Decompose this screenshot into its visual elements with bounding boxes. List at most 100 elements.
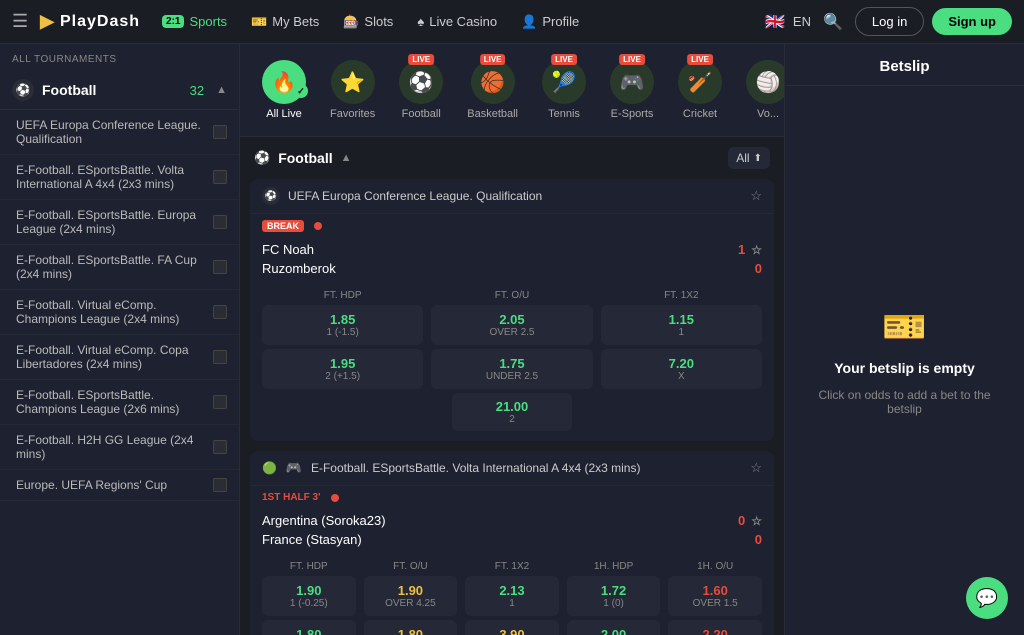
- away-team-score: 0: [746, 532, 762, 547]
- sidebar-item-checkbox[interactable]: [213, 170, 227, 184]
- lang-label: EN: [793, 14, 811, 29]
- top-navigation: ☰ ▶ PlayDash 2:1 Sports 🎫 My Bets 🎰 Slot…: [0, 0, 1024, 44]
- extra-odds-value: 21.00: [456, 399, 568, 414]
- sidebar-item-checkbox[interactable]: [213, 260, 227, 274]
- section-filter-label: All: [736, 151, 749, 165]
- sport-tab-more[interactable]: 🏐 Vo...: [736, 54, 784, 126]
- match-header: ⚽ UEFA Europa Conference League. Qualifi…: [250, 179, 774, 214]
- sidebar-item-checkbox[interactable]: [213, 395, 227, 409]
- odds-button[interactable]: 1.75 UNDER 2.5: [431, 349, 592, 389]
- odds-label: 2 (+1.5): [267, 371, 418, 382]
- more-label: Vo...: [757, 108, 779, 120]
- sidebar-list-item[interactable]: E-Football. Virtual eComp. Copa Libertad…: [0, 335, 239, 380]
- sport-tab-football[interactable]: LIVE ⚽ Football: [389, 54, 453, 126]
- sidebar-item-checkbox[interactable]: [213, 305, 227, 319]
- livecasino-icon: ♠: [417, 14, 424, 29]
- login-button[interactable]: Log in: [855, 7, 924, 36]
- sport-tab-tennis[interactable]: LIVE 🎾 Tennis: [532, 54, 596, 126]
- odds-button[interactable]: 1.85 1 (-1.5): [262, 305, 423, 345]
- sidebar-list-item[interactable]: E-Football. ESportsBattle. Champions Lea…: [0, 380, 239, 425]
- favorite-star-icon[interactable]: ☆: [750, 460, 762, 476]
- sidebar-list-item[interactable]: E-Football. Virtual eComp. Champions Lea…: [0, 290, 239, 335]
- odds-value: 1.80: [267, 627, 351, 635]
- chat-button[interactable]: 💬: [966, 577, 1008, 619]
- sidebar-item-checkbox[interactable]: [213, 350, 227, 364]
- sidebar-list-item[interactable]: UEFA Europa Conference League. Qualifica…: [0, 110, 239, 155]
- slots-icon: 🎰: [343, 14, 359, 30]
- team-star-icon[interactable]: ☆: [751, 514, 762, 528]
- signup-button[interactable]: Sign up: [932, 8, 1012, 35]
- nav-slots[interactable]: 🎰 Slots: [333, 9, 403, 35]
- main-layout: ALL TOURNAMENTS ⚽ Football 32 ▲ UEFA Eur…: [0, 44, 1024, 635]
- sport-tab-basketball[interactable]: LIVE 🏀 Basketball: [457, 54, 528, 126]
- sidebar-item-checkbox[interactable]: [213, 478, 227, 492]
- sport-tab-cricket[interactable]: LIVE 🏏 Cricket: [668, 54, 732, 126]
- sidebar-list-item[interactable]: E-Football. H2H GG League (2x4 mins): [0, 425, 239, 470]
- odds-button[interactable]: 1.90 1 (-0.25): [262, 576, 356, 616]
- odds-value: 2.05: [436, 312, 587, 327]
- sidebar-item-checkbox[interactable]: [213, 440, 227, 454]
- odds-button[interactable]: 1.15 1: [601, 305, 762, 345]
- sidebar-item-label: Europe. UEFA Regions' Cup: [16, 478, 167, 492]
- sport-tab-alllive[interactable]: 🔥 ✓ All Live: [252, 54, 316, 126]
- cricket-label: Cricket: [683, 108, 717, 120]
- section-filter-button[interactable]: All ⬆: [728, 147, 770, 169]
- sidebar-list-item[interactable]: E-Football. ESportsBattle. Europa League…: [0, 200, 239, 245]
- odds-headers: FT. HDPFT. O/UFT. 1X21H. HDP1H. O/U: [262, 561, 762, 572]
- odds-headers: FT. HDPFT. O/UFT. 1X2: [262, 290, 762, 301]
- home-team-name: FC Noah: [262, 242, 314, 257]
- logo[interactable]: ▶ PlayDash: [40, 11, 140, 32]
- sport-tab-esports[interactable]: LIVE 🎮 E-Sports: [600, 54, 664, 126]
- home-team-row: Argentina (Soroka23) 0 ☆: [262, 511, 762, 530]
- team-star-icon[interactable]: ☆: [751, 243, 762, 257]
- odds-value: 1.90: [369, 583, 453, 598]
- nav-profile[interactable]: 👤 Profile: [511, 9, 589, 35]
- extra-odds-label: 2: [456, 414, 568, 425]
- odds-value: 2.20: [673, 627, 757, 635]
- odds-button[interactable]: 7.20 X: [601, 349, 762, 389]
- odds-grid: FT. HDPFT. O/UFT. 1X2 1.85 1 (-1.5) 2.05…: [250, 284, 774, 441]
- filter-chevron-icon: ⬆: [754, 153, 762, 164]
- sidebar-item-checkbox[interactable]: [213, 125, 227, 139]
- odds-button[interactable]: 2.05 OVER 2.5: [431, 305, 592, 345]
- sidebar-list-item[interactable]: E-Football. ESportsBattle. Volta Interna…: [0, 155, 239, 200]
- odds-button[interactable]: 1.80 UNDER 4.25: [364, 620, 458, 635]
- odds-value: 1.15: [606, 312, 757, 327]
- odds-header: FT. HDP: [262, 561, 356, 572]
- odds-button[interactable]: 1.80 2 (+0.25): [262, 620, 356, 635]
- alllive-label: All Live: [266, 108, 301, 120]
- sidebar-item-checkbox[interactable]: [213, 215, 227, 229]
- favorites-icon: ⭐: [331, 60, 375, 104]
- hamburger-menu[interactable]: ☰: [12, 11, 28, 32]
- odds-button[interactable]: 1.90 OVER 4.25: [364, 576, 458, 616]
- nav-sports[interactable]: 2:1 Sports: [152, 9, 237, 34]
- odds-label: 1 (-1.5): [267, 327, 418, 338]
- sidebar-chevron-icon: ▲: [216, 84, 227, 96]
- sidebar-sport-count: 32: [190, 83, 204, 98]
- nav-livecasino[interactable]: ♠ Live Casino: [407, 9, 507, 34]
- section-chevron-icon: ▲: [341, 152, 352, 164]
- sport-tabs-bar: 🔥 ✓ All Live ⭐ Favorites LIVE ⚽ Football…: [240, 44, 784, 137]
- sport-tab-favorites[interactable]: ⭐ Favorites: [320, 54, 385, 126]
- match-league-name: UEFA Europa Conference League. Qualifica…: [288, 189, 742, 203]
- odds-button[interactable]: 3.90 X: [465, 620, 559, 635]
- sidebar-item-label: E-Football. ESportsBattle. Europa League…: [16, 208, 213, 236]
- sidebar-list-item[interactable]: E-Football. ESportsBattle. FA Cup (2x4 m…: [0, 245, 239, 290]
- odds-value: 1.95: [267, 356, 418, 371]
- odds-button[interactable]: 1.95 2 (+1.5): [262, 349, 423, 389]
- odds-button[interactable]: 1.60 OVER 1.5: [668, 576, 762, 616]
- odds-button[interactable]: 2.00 2 (0): [567, 620, 661, 635]
- sidebar-list-item[interactable]: Europe. UEFA Regions' Cup: [0, 470, 239, 501]
- basketball-icon: 🏀: [471, 60, 515, 104]
- flag-icon: 🇬🇧: [765, 12, 785, 32]
- odds-button[interactable]: 1.72 1 (0): [567, 576, 661, 616]
- odds-button[interactable]: 2.13 1: [465, 576, 559, 616]
- extra-odds-button[interactable]: 21.00 2: [452, 393, 572, 431]
- odds-button[interactable]: 2.20 UNDER 1.: [668, 620, 762, 635]
- nav-mybets[interactable]: 🎫 My Bets: [241, 9, 329, 35]
- sidebar-sport-header[interactable]: ⚽ Football 32 ▲: [0, 71, 239, 110]
- odds-label: X: [606, 371, 757, 382]
- favorite-star-icon[interactable]: ☆: [750, 188, 762, 204]
- football-section-header: ⚽ Football ▲ All ⬆: [240, 137, 784, 179]
- search-button[interactable]: 🔍: [819, 8, 847, 36]
